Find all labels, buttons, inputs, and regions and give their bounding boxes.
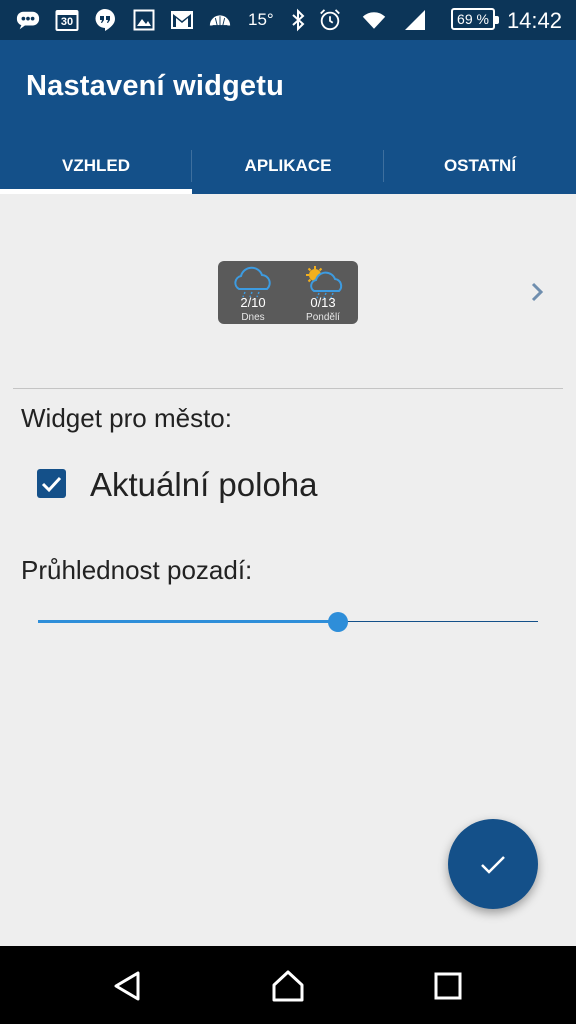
current-location-label[interactable]: Aktuální poloha xyxy=(90,466,318,504)
widget-preview[interactable]: 2/10 Dnes 0/13 Pondělí xyxy=(218,261,358,324)
recents-button[interactable] xyxy=(428,966,468,1006)
image-icon xyxy=(132,8,156,32)
slider-thumb[interactable] xyxy=(328,612,348,632)
navigation-bar xyxy=(0,946,576,1024)
chevron-right-icon[interactable] xyxy=(528,280,548,304)
opacity-slider[interactable] xyxy=(38,608,538,636)
page-title: Nastavení widgetu xyxy=(26,70,285,102)
forecast-day-label: Dnes xyxy=(241,312,265,323)
weather-icon xyxy=(208,8,232,32)
forecast-day: 2/10 Dnes xyxy=(218,265,288,324)
wifi-icon xyxy=(362,8,386,32)
alarm-icon xyxy=(318,8,342,32)
tab-label: VZHLED xyxy=(62,156,130,175)
tab-bar: VZHLED APLIKACE OSTATNÍ xyxy=(0,138,576,194)
bluetooth-icon xyxy=(286,8,310,32)
battery-level: 69 % xyxy=(457,11,489,27)
back-button[interactable] xyxy=(108,966,148,1006)
forecast-day: 0/13 Pondělí xyxy=(288,265,358,324)
temperature-text: 15° xyxy=(248,10,274,29)
current-location-checkbox[interactable] xyxy=(37,469,66,498)
settings-content: 2/10 Dnes 0/13 Pondělí Widget pro město:… xyxy=(0,194,576,946)
clock: 14:42 xyxy=(506,8,562,33)
battery-icon: 69 % xyxy=(451,8,499,30)
signal-icon xyxy=(403,8,427,32)
home-icon xyxy=(272,970,304,1002)
forecast-temp: 0/13 xyxy=(310,295,336,310)
hangouts-icon xyxy=(93,8,117,32)
city-label: Widget pro město: xyxy=(21,403,232,433)
gmail-icon xyxy=(170,8,194,32)
recents-icon xyxy=(434,972,462,1000)
opacity-label: Průhlednost pozadí: xyxy=(21,555,253,585)
tab-vzhled[interactable]: VZHLED xyxy=(0,138,192,194)
tab-label: OSTATNÍ xyxy=(443,156,517,175)
chat-icon xyxy=(16,8,40,32)
check-icon xyxy=(481,856,505,874)
forecast-temp: 2/10 xyxy=(240,295,266,310)
status-bar: 30 15° 69 % 14:42 xyxy=(0,0,576,40)
tab-aplikace[interactable]: APLIKACE xyxy=(192,138,384,194)
forecast-day-label: Pondělí xyxy=(306,312,340,323)
confirm-button[interactable] xyxy=(448,819,538,909)
calendar-day: 30 xyxy=(60,16,74,28)
divider xyxy=(13,388,563,389)
app-bar: Nastavení widgetu VZHLED APLIKACE OSTATN… xyxy=(0,40,576,194)
home-button[interactable] xyxy=(268,966,308,1006)
slider-fill xyxy=(38,620,338,623)
calendar-icon: 30 xyxy=(55,8,79,32)
back-icon xyxy=(114,971,140,1001)
tab-ostatni[interactable]: OSTATNÍ xyxy=(384,138,576,194)
tab-label: APLIKACE xyxy=(244,156,332,175)
check-icon xyxy=(41,476,62,493)
